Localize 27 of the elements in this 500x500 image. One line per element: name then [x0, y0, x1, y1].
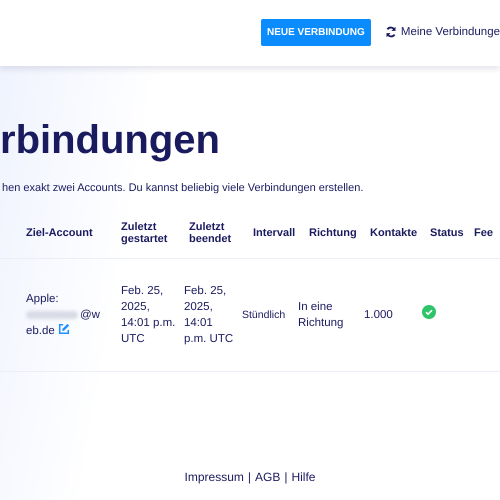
table-cell-text: Feb. 25, 2025, 14:01 p.m. UTC [121, 284, 176, 348]
email-domain: @w [80, 308, 100, 321]
redacted-email [26, 310, 78, 319]
column-header: Intervall [253, 227, 296, 239]
table-cell-text: Stündlich [242, 308, 286, 322]
table-cell-text: 1.000 [363, 308, 394, 323]
column-header: Kontakte [370, 227, 418, 239]
column-header: Richtung [309, 227, 358, 239]
column-header: Fee [474, 227, 494, 239]
email-domain: eb.de [26, 325, 55, 338]
separator: | [248, 470, 251, 484]
column-header: Zuletzt beendet [189, 221, 232, 245]
footer-link[interactable]: AGB [254, 470, 280, 484]
footer-link[interactable]: Impressum [184, 470, 244, 484]
footer-link[interactable]: Hilfe [291, 470, 316, 484]
my-connections-link[interactable]: Meine Verbindunge [384, 26, 500, 38]
separator: | [284, 470, 288, 484]
refresh-icon [384, 26, 397, 38]
column-header: Ziel-Account [26, 227, 94, 239]
table-cell-text: Feb. 25, 2025, 14:01 p.m. UTC [184, 284, 234, 348]
description-text: hen exakt zwei Accounts. Du kannst beliebig viele Verbindungen erstellen. [2, 182, 364, 194]
column-header: Zuletzt gestartet [121, 221, 168, 245]
account-label: Apple: [26, 292, 60, 307]
column-header: Status [430, 227, 465, 239]
table-cell-text: In eine Richtung [298, 300, 344, 331]
edit-icon[interactable] [58, 323, 70, 336]
page-title: rbindungen [0, 118, 221, 162]
